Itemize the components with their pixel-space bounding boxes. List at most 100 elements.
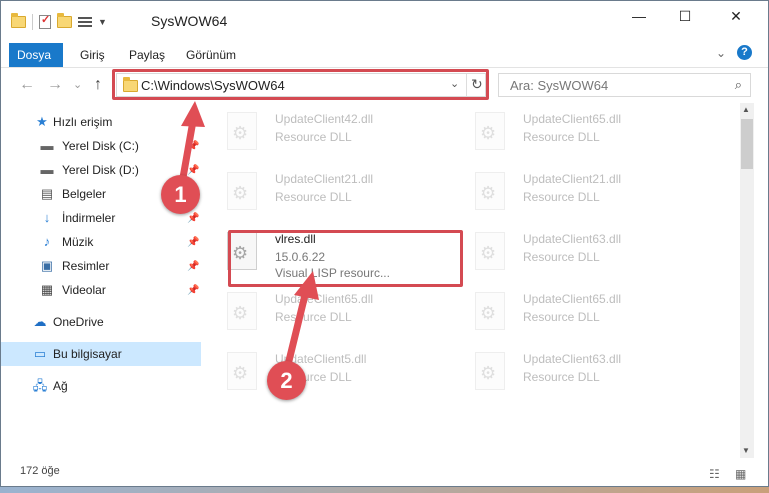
tab-home[interactable]: Giriş <box>71 43 114 67</box>
large-icons-view-icon[interactable]: ▦ <box>735 467 746 481</box>
sidebar-item-local-disk-c[interactable]: ▬ Yerel Disk (C:) 📌 <box>1 134 201 158</box>
file-item[interactable]: UpdateClient21.dll Resource DLL <box>461 166 693 222</box>
file-description: Resource DLL <box>275 310 352 324</box>
sidebar-item-label: Belgeler <box>62 187 107 201</box>
file-item[interactable]: UpdateClient42.dll Resource DLL <box>213 106 445 162</box>
file-item[interactable]: UpdateClient65.dll Resource DLL <box>213 286 445 342</box>
dll-file-icon <box>227 292 257 330</box>
file-description: Resource DLL <box>523 370 600 384</box>
properties-check-icon[interactable] <box>39 13 51 29</box>
address-highlight-box <box>112 69 489 100</box>
minimize-button[interactable]: — <box>616 1 662 31</box>
customize-toolbar-icon[interactable] <box>78 15 92 29</box>
sidebar-item-pictures[interactable]: ▣ Resimler 📌 <box>1 254 201 278</box>
star-icon: ★ <box>36 114 48 129</box>
pin-icon: 📌 <box>187 164 200 176</box>
file-description: Resource DLL <box>275 190 352 204</box>
sidebar-item-this-pc[interactable]: ▭ Bu bilgisayar <box>1 342 201 366</box>
file-item[interactable]: UpdateClient21.dll Resource DLL <box>213 166 445 222</box>
pin-icon: 📌 <box>187 212 200 224</box>
file-item[interactable]: UpdateClient63.dll Resource DLL <box>461 346 693 402</box>
dll-file-icon <box>475 232 505 270</box>
file-description: Resource DLL <box>523 250 600 264</box>
sidebar-item-quick-access[interactable]: ★ Hızlı erişim <box>1 110 201 134</box>
file-name: UpdateClient42.dll <box>275 112 374 126</box>
computer-icon: ▭ <box>33 346 47 361</box>
dll-file-icon <box>227 112 257 150</box>
close-button[interactable]: ✕ <box>713 1 759 31</box>
video-icon: ▦ <box>40 282 54 297</box>
file-name: UpdateClient63.dll <box>523 232 622 246</box>
search-input[interactable]: Ara: SysWOW64 ⌕ <box>498 73 751 97</box>
network-icon: 🖧 <box>32 378 48 393</box>
documents-icon: ▤ <box>40 186 54 201</box>
title-bar: ▼ SysWOW64 — ☐ ✕ <box>1 1 768 39</box>
file-item[interactable]: UpdateClient65.dll Resource DLL <box>461 286 693 342</box>
sidebar-item-label: Yerel Disk (D:) <box>62 163 139 177</box>
pin-icon: 📌 <box>187 140 200 152</box>
file-description: Resource DLL <box>523 190 600 204</box>
up-arrow-icon[interactable]: ↑ <box>94 76 102 94</box>
drive-icon: ▬ <box>40 138 54 153</box>
vertical-scrollbar[interactable]: ▲ ▼ <box>740 103 754 458</box>
step-1-badge: 1 <box>161 175 200 214</box>
file-description: Resource DLL <box>523 310 600 324</box>
new-folder-icon[interactable] <box>57 13 72 28</box>
download-icon: ↓ <box>43 210 51 225</box>
recent-locations-icon[interactable]: ⌄ <box>73 78 82 91</box>
tab-file[interactable]: Dosya <box>9 43 63 67</box>
pin-icon: 📌 <box>187 236 200 248</box>
window-title: SysWOW64 <box>151 13 228 29</box>
sidebar-item-label: OneDrive <box>53 315 104 329</box>
sidebar-item-label: Hızlı erişim <box>53 115 113 129</box>
file-name: UpdateClient65.dll <box>523 112 622 126</box>
file-highlight-box <box>228 230 463 287</box>
tab-view[interactable]: Görünüm <box>177 43 245 67</box>
file-description: Resource DLL <box>275 130 352 144</box>
drive-icon: ▬ <box>40 162 54 177</box>
folder-icon <box>11 13 26 28</box>
music-icon: ♪ <box>43 234 51 249</box>
help-icon[interactable]: ? <box>737 45 752 60</box>
file-item[interactable]: UpdateClient65.dll Resource DLL <box>461 106 693 162</box>
sidebar-item-label: Yerel Disk (C:) <box>62 139 139 153</box>
maximize-button[interactable]: ☐ <box>662 1 708 31</box>
item-count: 172 öğe <box>20 465 60 477</box>
file-name: UpdateClient65.dll <box>523 292 622 306</box>
explorer-window: ▼ SysWOW64 — ☐ ✕ Dosya Giriş Paylaş Görü… <box>0 0 769 487</box>
scroll-up-arrow-icon[interactable]: ▲ <box>742 105 750 114</box>
details-view-icon[interactable]: ☷ <box>709 467 720 481</box>
pin-icon: 📌 <box>187 284 200 296</box>
quick-access-toolbar: ▼ <box>11 13 107 30</box>
file-name: UpdateClient21.dll <box>275 172 374 186</box>
chevron-down-icon[interactable]: ▼ <box>98 17 107 27</box>
sidebar-item-music[interactable]: ♪ Müzik 📌 <box>1 230 201 254</box>
sidebar-item-label: Müzik <box>62 235 94 249</box>
back-arrow-icon[interactable]: ← <box>19 76 35 94</box>
sidebar-item-label: İndirmeler <box>62 211 116 225</box>
dll-file-icon <box>475 172 505 210</box>
search-placeholder: Ara: SysWOW64 <box>510 78 609 93</box>
scroll-down-arrow-icon[interactable]: ▼ <box>742 446 750 455</box>
dll-file-icon <box>227 352 257 390</box>
step-2-badge: 2 <box>267 361 306 400</box>
toolbar-separator <box>32 14 33 30</box>
cloud-icon: ☁ <box>33 314 47 329</box>
pictures-icon: ▣ <box>40 258 54 273</box>
chevron-down-icon[interactable]: ⌄ <box>716 46 726 60</box>
sidebar-item-onedrive[interactable]: ☁ OneDrive <box>1 310 201 334</box>
pin-icon: 📌 <box>187 260 200 272</box>
scrollbar-thumb[interactable] <box>741 119 753 169</box>
forward-arrow-icon[interactable]: → <box>47 76 63 94</box>
search-icon[interactable]: ⌕ <box>735 77 742 93</box>
file-item[interactable]: UpdateClient5.dll Resource DLL <box>213 346 445 402</box>
sidebar-item-videos[interactable]: ▦ Videolar 📌 <box>1 278 201 302</box>
dll-file-icon <box>475 352 505 390</box>
dll-file-icon <box>475 292 505 330</box>
sidebar-item-network[interactable]: 🖧 Ağ <box>1 374 201 398</box>
dll-file-icon <box>227 172 257 210</box>
file-item[interactable]: UpdateClient63.dll Resource DLL <box>461 226 693 282</box>
tab-share[interactable]: Paylaş <box>120 43 174 67</box>
navigation-bar: ← → ⌄ ↑ C:\Windows\SysWOW64 ⌄ ↻ Ara: Sys… <box>1 67 768 104</box>
status-bar: 172 öğe ☷ ▦ <box>1 461 768 486</box>
